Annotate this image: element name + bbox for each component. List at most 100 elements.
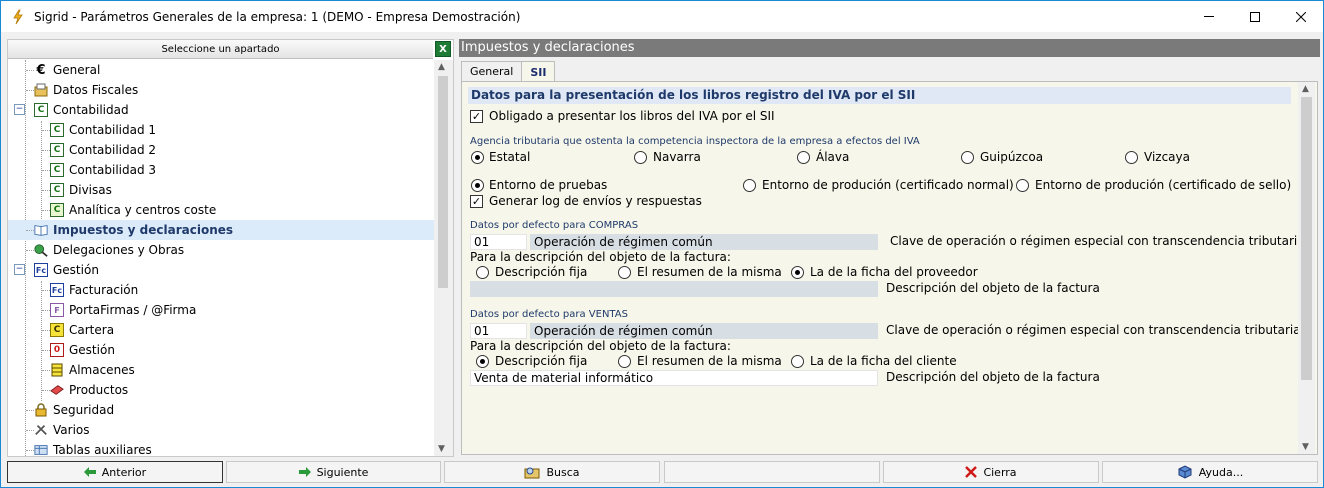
- tree-item-contabilidad-2[interactable]: C Contabilidad 2: [8, 140, 434, 160]
- scroll-up-icon[interactable]: ▲: [438, 62, 445, 72]
- tree-item-label: Cartera: [69, 323, 115, 337]
- ventas-desc-field-label: Descripción del objeto de la factura: [886, 370, 1100, 384]
- arrow-left-icon: [83, 467, 96, 477]
- compras-title: Datos por defecto para COMPRAS: [470, 220, 639, 231]
- cierra-label: Cierra: [983, 465, 1017, 479]
- delegations-icon: [34, 243, 48, 257]
- tree-item-varios[interactable]: Varios: [8, 420, 434, 440]
- compras-desc-input[interactable]: [470, 281, 878, 297]
- compras-clave-label: Clave de operación o régimen especial co…: [890, 234, 1305, 248]
- tree-item-gestion-2[interactable]: 0 Gestión: [8, 340, 434, 360]
- ventas-radio-ficha[interactable]: [791, 355, 804, 368]
- c-green-icon: C: [50, 143, 64, 157]
- book-icon: [34, 223, 48, 237]
- tree-item-label: Contabilidad 1: [69, 123, 157, 137]
- scroll-down-icon[interactable]: ▼: [1302, 442, 1309, 452]
- entorno-radio-normal[interactable]: [743, 179, 756, 192]
- tree-item-general[interactable]: € General: [8, 60, 434, 80]
- compras-code-input[interactable]: 01: [470, 234, 527, 250]
- compras-option-label: El resumen de la misma: [637, 265, 782, 279]
- cierra-button[interactable]: Cierra: [883, 461, 1099, 483]
- siguiente-label: Siguiente: [316, 465, 369, 479]
- collapse-icon[interactable]: −: [14, 264, 25, 275]
- eraser-icon: [50, 383, 64, 397]
- agencia-radio-alava[interactable]: [797, 151, 810, 164]
- entorno-option-label: Entorno de produción (certificado normal…: [762, 178, 1014, 192]
- ayuda-button[interactable]: Ayuda...: [1102, 461, 1318, 483]
- agencia-option-label: Guipúzcoa: [980, 150, 1044, 164]
- excel-export-icon[interactable]: X: [435, 41, 451, 57]
- tab-general[interactable]: General: [461, 61, 523, 81]
- tree-item-delegaciones[interactable]: Delegaciones y Obras: [8, 240, 434, 260]
- warehouse-icon: [50, 363, 64, 377]
- compras-desc-field-label: Descripción del objeto de la factura: [886, 281, 1100, 295]
- ventas-code-desc: Operación de régimen común: [530, 323, 878, 339]
- close-window-button[interactable]: [1278, 1, 1324, 32]
- compras-radio-fija[interactable]: [476, 266, 489, 279]
- scroll-thumb[interactable]: [438, 76, 448, 288]
- ventas-radio-fija[interactable]: [476, 355, 489, 368]
- agencia-radio-navarra[interactable]: [634, 151, 647, 164]
- scroll-thumb[interactable]: [1301, 97, 1312, 380]
- collapse-icon[interactable]: −: [14, 104, 25, 115]
- compras-radio-ficha[interactable]: [791, 266, 804, 279]
- c-green-icon: C: [50, 203, 64, 217]
- log-label: Generar log de envíos y respuestas: [489, 194, 702, 208]
- tree-item-analitica[interactable]: C Analítica y centros coste: [8, 200, 434, 220]
- help-icon: [1177, 465, 1193, 479]
- c-green-icon: C: [50, 163, 64, 177]
- tree-item-tablas[interactable]: Tablas auxiliares: [8, 440, 434, 456]
- anterior-button[interactable]: Anterior: [7, 461, 223, 483]
- tree-item-productos[interactable]: Productos: [8, 380, 434, 400]
- compras-radio-resumen[interactable]: [618, 266, 631, 279]
- maximize-icon: [1250, 11, 1260, 22]
- scroll-down-icon[interactable]: ▼: [438, 444, 445, 454]
- content-panel: Impuestos y declaraciones General SII Da…: [459, 39, 1320, 457]
- tree-item-label: Divisas: [69, 183, 112, 197]
- section-tree-panel: Seleccione un apartado X € General Datos…: [7, 39, 454, 457]
- minimize-button[interactable]: [1186, 1, 1232, 32]
- tree-item-facturacion[interactable]: Fc Facturación: [8, 280, 434, 300]
- obligado-checkbox[interactable]: ✓: [470, 110, 483, 123]
- log-checkbox[interactable]: ✓: [470, 195, 483, 208]
- tree-item-label: Contabilidad: [53, 103, 129, 117]
- tree-item-contabilidad[interactable]: − C Contabilidad: [8, 100, 434, 120]
- entorno-radio-sello[interactable]: [1016, 179, 1029, 192]
- tree-item-label: Analítica y centros coste: [69, 203, 217, 217]
- siguiente-button[interactable]: Siguiente: [226, 461, 441, 483]
- ventas-radio-resumen[interactable]: [618, 355, 631, 368]
- agencia-radio-estatal[interactable]: [471, 151, 484, 164]
- maximize-button[interactable]: [1232, 1, 1278, 32]
- tree-scrollbar[interactable]: ▲ ▼: [434, 60, 453, 456]
- obligado-label: Obligado a presentar los libros del IVA …: [489, 109, 775, 123]
- tree-item-almacenes[interactable]: Almacenes: [8, 360, 434, 380]
- tree-item-datos-fiscales[interactable]: Datos Fiscales: [8, 80, 434, 100]
- tree-item-contabilidad-1[interactable]: C Contabilidad 1: [8, 120, 434, 140]
- tree-item-impuestos[interactable]: Impuestos y declaraciones: [8, 220, 434, 240]
- page-scrollbar[interactable]: ▲ ▼: [1298, 82, 1315, 454]
- arrow-right-icon: [298, 467, 311, 477]
- tree-item-portafirmas[interactable]: F PortaFirmas / @Firma: [8, 300, 434, 320]
- tree-item-seguridad[interactable]: Seguridad: [8, 400, 434, 420]
- tree-item-divisas[interactable]: C Divisas: [8, 180, 434, 200]
- ventas-desc-input[interactable]: Venta de material informático: [470, 370, 878, 386]
- tree-item-label: Almacenes: [69, 363, 135, 377]
- main-window: Sigrid - Parámetros Generales de la empr…: [0, 0, 1324, 488]
- tree-item-cartera[interactable]: C Cartera: [8, 320, 434, 340]
- entorno-option-label: Entorno de pruebas: [489, 178, 608, 192]
- busca-button[interactable]: Busca: [444, 461, 660, 483]
- ventas-code-input[interactable]: 01: [470, 323, 527, 339]
- tab-label: General: [470, 65, 514, 78]
- agencia-radio-vizcaya[interactable]: [1125, 151, 1138, 164]
- tree-item-contabilidad-3[interactable]: C Contabilidad 3: [8, 160, 434, 180]
- ventas-option-label: Descripción fija: [495, 354, 588, 368]
- app-icon: [10, 9, 26, 25]
- ayuda-label: Ayuda...: [1198, 465, 1244, 479]
- agencia-radio-guipuzcoa[interactable]: [961, 151, 974, 164]
- tree-item-gestion[interactable]: − Fc Gestión: [8, 260, 434, 280]
- tab-sii[interactable]: SII: [521, 61, 556, 82]
- entorno-radio-pruebas[interactable]: [471, 179, 484, 192]
- fc-blue-icon: Fc: [50, 283, 64, 297]
- ventas-option-label: La de la ficha del cliente: [810, 354, 957, 368]
- scroll-up-icon[interactable]: ▲: [1302, 84, 1309, 94]
